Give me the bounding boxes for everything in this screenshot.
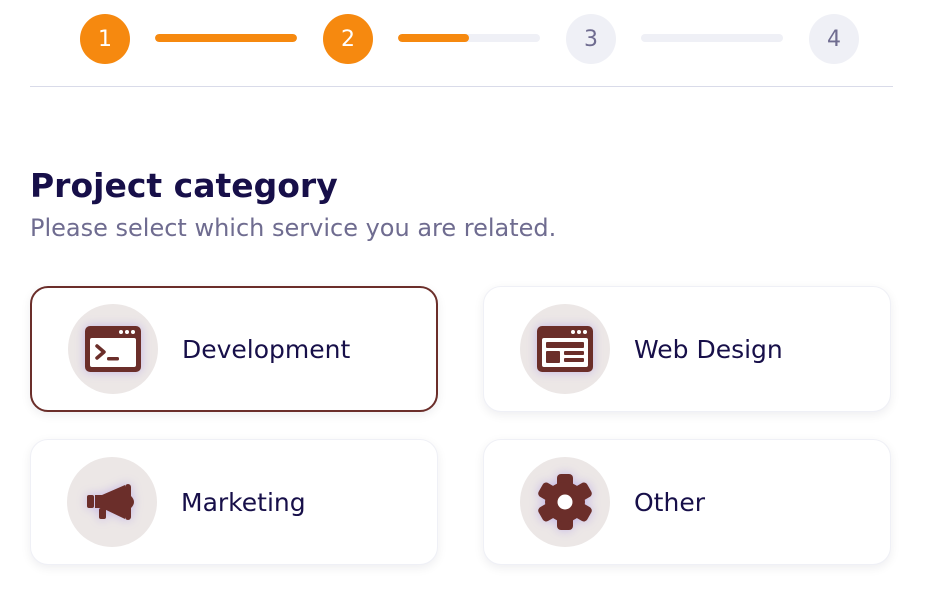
step-3[interactable]: 3 — [566, 14, 616, 64]
progress-stepper: 1 2 3 4 — [0, 0, 946, 80]
category-card-web-design[interactable]: Web Design — [483, 286, 891, 412]
step-connector-1 — [155, 34, 297, 42]
page-subtitle: Please select which service you are rela… — [30, 214, 557, 242]
category-label: Web Design — [634, 334, 783, 364]
step-4[interactable]: 4 — [809, 14, 859, 64]
icon-circle — [520, 457, 610, 547]
category-label: Development — [182, 334, 351, 364]
step-1[interactable]: 1 — [80, 14, 130, 64]
step-connector-2 — [398, 34, 540, 42]
step-connector-fill — [155, 34, 297, 42]
category-card-other[interactable]: Other — [483, 439, 891, 565]
category-card-development[interactable]: Development — [30, 286, 438, 412]
gear-icon — [538, 474, 592, 530]
category-card-marketing[interactable]: Marketing — [30, 439, 438, 565]
category-label: Marketing — [181, 487, 306, 517]
icon-circle — [520, 304, 610, 394]
icon-circle — [67, 457, 157, 547]
page-title: Project category — [30, 166, 338, 205]
megaphone-icon — [87, 484, 134, 520]
terminal-window-icon — [85, 326, 141, 372]
step-connector-3 — [641, 34, 783, 42]
category-label: Other — [634, 487, 705, 517]
icon-circle — [68, 304, 158, 394]
step-connector-fill — [398, 34, 469, 42]
header-divider — [30, 86, 893, 87]
browser-layout-icon — [537, 326, 593, 372]
step-2[interactable]: 2 — [323, 14, 373, 64]
